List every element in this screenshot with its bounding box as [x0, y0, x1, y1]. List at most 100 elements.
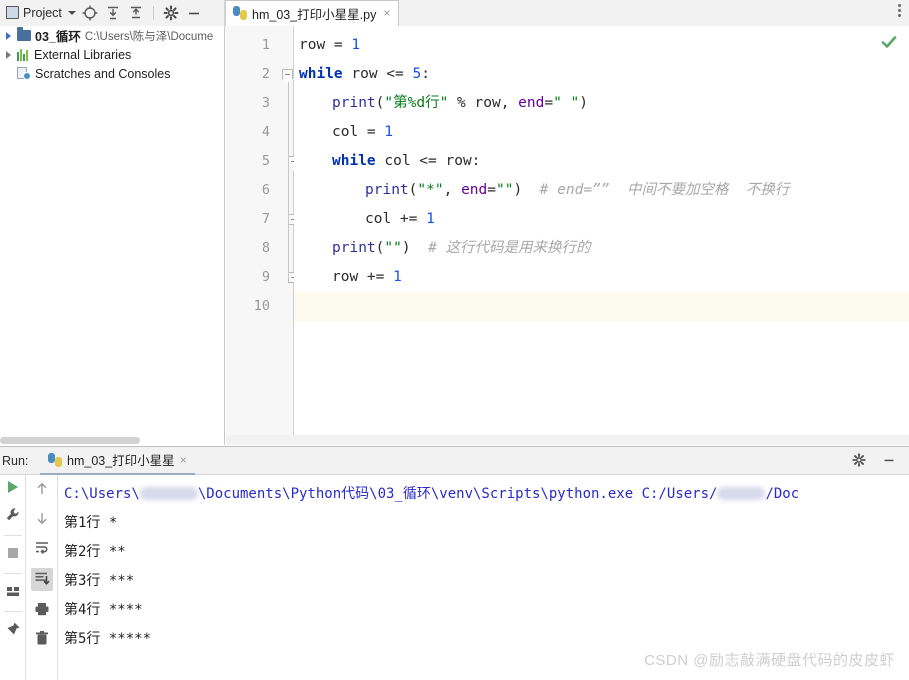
- code-token: "": [496, 182, 514, 198]
- console-output-line: 第4行 ****: [64, 602, 143, 618]
- sidebar-item-project-root[interactable]: 03_循环 C:\Users\陈与泽\Docume: [0, 26, 224, 45]
- library-icon: [17, 48, 30, 61]
- sidebar-item-external-libraries[interactable]: External Libraries: [0, 45, 224, 64]
- code-token: row =: [299, 37, 352, 53]
- chevron-right-icon[interactable]: [4, 50, 13, 59]
- print-button[interactable]: [34, 601, 50, 620]
- python-run-icon: [48, 452, 62, 467]
- code-token: while: [299, 66, 343, 82]
- code-token: # 这行代码是用来换行的: [428, 240, 591, 256]
- code-line[interactable]: while row <= 5:: [299, 60, 430, 89]
- fold-region-line: [287, 82, 289, 279]
- collapse-all-icon[interactable]: [127, 4, 145, 22]
- line-number: 3: [261, 95, 270, 111]
- project-panel-icon: [6, 6, 19, 19]
- soft-wrap-button[interactable]: [34, 539, 50, 558]
- code-line[interactable]: while col <= row:: [332, 147, 480, 176]
- toolbar-divider: [3, 611, 22, 612]
- code-token: print: [332, 240, 376, 256]
- editor-code-area[interactable]: row = 1 while row <= 5: print("第%d行" % row…: [294, 26, 909, 445]
- locate-target-icon[interactable]: [81, 4, 99, 22]
- code-token: 1: [393, 269, 402, 285]
- code-token: "*": [417, 182, 444, 198]
- run-tab-hm-03[interactable]: hm_03_打印小星星 ×: [40, 447, 195, 475]
- layout-button[interactable]: [5, 583, 21, 602]
- code-token: end: [461, 182, 488, 198]
- line-number: 10: [253, 298, 270, 314]
- python-file-icon: [233, 6, 247, 20]
- rerun-button[interactable]: [5, 479, 21, 498]
- code-token: 1: [426, 211, 435, 227]
- project-tool-title[interactable]: Project: [6, 6, 76, 20]
- editor-tab-hm-03[interactable]: hm_03_打印小星星.py ×: [225, 0, 400, 26]
- code-token: :: [421, 66, 430, 82]
- editor-horizontal-scrollbar[interactable]: [226, 435, 909, 445]
- run-header-actions: [851, 452, 909, 470]
- code-token: 1: [384, 124, 394, 140]
- run-console-toolbar: [27, 475, 58, 680]
- sidebar-horizontal-scrollbar[interactable]: [0, 436, 224, 445]
- toolbar-divider: [3, 535, 22, 536]
- current-line-highlight: [294, 292, 909, 321]
- scroll-up-button[interactable]: [34, 481, 50, 500]
- code-line[interactable]: col = 1: [332, 118, 393, 147]
- toolbar-divider: [3, 573, 22, 574]
- line-number: 5: [261, 153, 270, 169]
- console-command-line: C:\Users\ \Documents\Python代码\03_循环\venv\…: [59, 480, 909, 509]
- redacted-username: [717, 487, 766, 500]
- code-editor[interactable]: 1 2 3 4 5 6 7 8 9 10 row = 1 while row <= 5: print(…: [226, 26, 909, 445]
- code-token: "": [384, 240, 402, 256]
- code-token: " ": [553, 95, 580, 111]
- code-token: while: [332, 153, 376, 169]
- ok-check-icon[interactable]: [881, 34, 897, 50]
- close-icon[interactable]: ×: [383, 6, 390, 20]
- close-icon[interactable]: ×: [180, 453, 187, 467]
- code-line[interactable]: print("*", end="") # end=”” 中间不要加空格 不换行: [365, 176, 789, 205]
- more-options-icon[interactable]: [898, 3, 901, 17]
- code-token: print: [365, 182, 409, 198]
- line-number: 6: [261, 182, 270, 198]
- chevron-right-icon[interactable]: [4, 31, 13, 40]
- pin-button[interactable]: [5, 621, 21, 640]
- run-tool-window: Run: hm_03_打印小星星 × C:\Users\ \Documents\…: [0, 446, 909, 680]
- console-output-line: 第3行 ***: [64, 573, 135, 589]
- sidebar-item-scratches-and-consoles[interactable]: Scratches and Consoles: [0, 64, 224, 83]
- code-token: ): [513, 182, 540, 198]
- gear-icon[interactable]: [162, 4, 180, 22]
- chevron-down-icon[interactable]: [67, 10, 76, 15]
- wrench-settings-button[interactable]: [5, 507, 21, 526]
- scratches-label: Scratches and Consoles: [35, 66, 171, 81]
- scroll-down-button[interactable]: [34, 510, 50, 529]
- pycharm-window: Project hm_03_打印小星星.py × 03_循环 C:\Users\…: [0, 0, 909, 680]
- editor-gutter[interactable]: 1 2 3 4 5 6 7 8 9 10: [226, 26, 300, 445]
- console-path-suffix: /Doc: [765, 486, 800, 502]
- line-number: 2: [261, 66, 270, 82]
- stop-button[interactable]: [5, 545, 21, 564]
- scrollbar-thumb[interactable]: [0, 437, 140, 444]
- code-line[interactable]: print("第%d行" % row, end=" "): [332, 89, 588, 118]
- line-number: 9: [261, 269, 270, 285]
- toolbar-divider: [152, 5, 154, 20]
- code-line[interactable]: row += 1: [332, 263, 402, 292]
- scroll-to-end-button[interactable]: [31, 568, 53, 591]
- code-token: ): [579, 95, 589, 111]
- code-line[interactable]: col += 1: [365, 205, 435, 234]
- code-token: % row,: [448, 95, 519, 111]
- minimize-icon[interactable]: [185, 4, 203, 22]
- code-fold-toggle[interactable]: [282, 69, 294, 84]
- code-line[interactable]: print("") # 这行代码是用来换行的: [332, 234, 591, 263]
- trash-button[interactable]: [34, 630, 50, 649]
- expand-all-icon[interactable]: [104, 4, 122, 22]
- minimize-icon[interactable]: [881, 452, 899, 470]
- project-root-label: 03_循环: [35, 30, 81, 44]
- project-tree-panel: 03_循环 C:\Users\陈与泽\Docume External Libra…: [0, 26, 225, 445]
- code-token: =: [487, 182, 496, 198]
- code-token: col =: [332, 124, 385, 140]
- code-token: 1: [351, 37, 361, 53]
- line-number: 1: [261, 37, 270, 53]
- console-path-prefix: C:\Users\: [64, 486, 140, 502]
- code-line[interactable]: row = 1: [299, 31, 360, 60]
- code-token: row +=: [332, 269, 394, 285]
- code-token: # end=”” 中间不要加空格 不换行: [539, 182, 790, 198]
- gear-icon[interactable]: [851, 452, 869, 470]
